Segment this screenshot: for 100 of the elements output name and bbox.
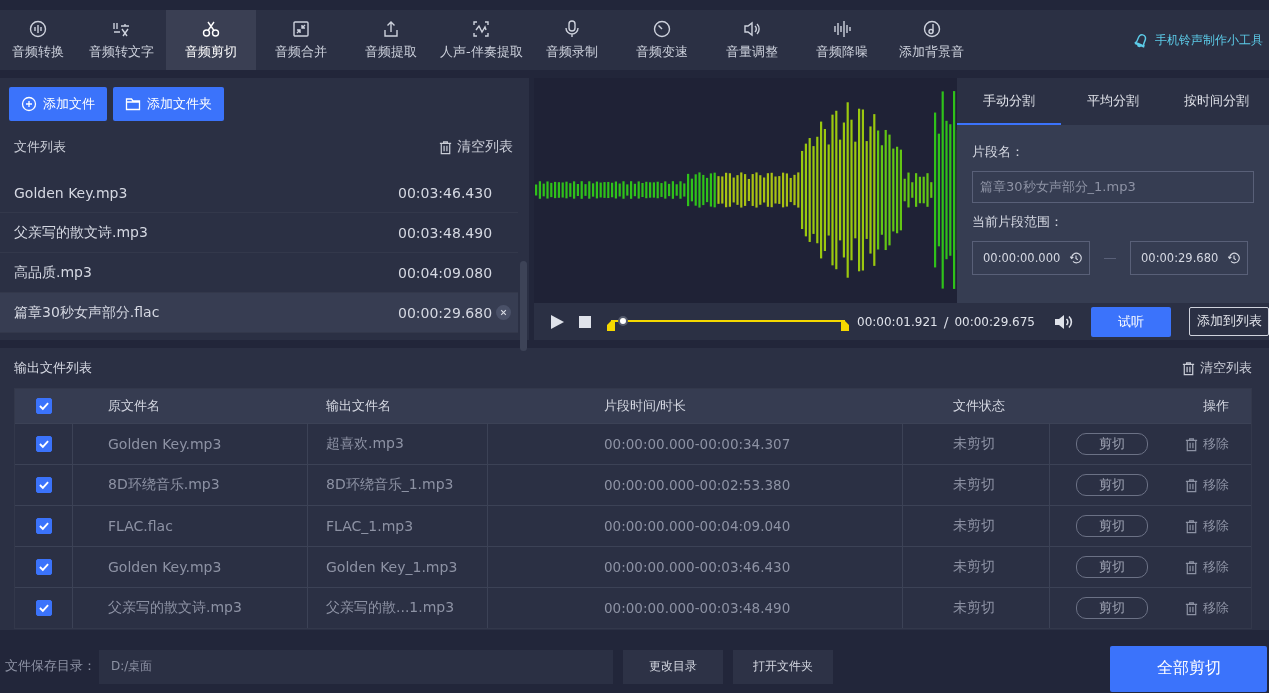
column-header: 输出文件名 bbox=[326, 397, 391, 415]
start-time-field[interactable]: 00:00:00.000 bbox=[972, 241, 1091, 275]
cut-all-button[interactable]: 全部剪切 bbox=[1110, 645, 1267, 692]
plus-circle-icon bbox=[21, 96, 37, 112]
play-icon[interactable] bbox=[549, 313, 566, 330]
save-directory-label: 文件保存目录： bbox=[5, 658, 96, 675]
range-start-handle[interactable] bbox=[607, 320, 616, 331]
table-cell: 父亲写的散...1.mp3 bbox=[326, 599, 455, 617]
end-time-field[interactable]: 00:00:29.680 bbox=[1130, 241, 1249, 275]
column-header: 操作 bbox=[1203, 397, 1229, 415]
table-cell: 8D环绕音乐.mp3 bbox=[108, 476, 220, 494]
table-cell: 超喜欢.mp3 bbox=[326, 435, 404, 453]
row-checkbox[interactable] bbox=[35, 436, 52, 452]
save-directory-field[interactable]: D:/桌面 bbox=[99, 649, 613, 684]
row-checkbox[interactable] bbox=[35, 559, 52, 575]
trash-icon bbox=[1184, 600, 1199, 616]
stop-icon[interactable] bbox=[579, 315, 592, 328]
split-mode-tab[interactable]: 手动分割 bbox=[957, 78, 1061, 125]
row-checkbox[interactable] bbox=[35, 600, 52, 616]
toolbar-tab[interactable]: 音频变速 bbox=[616, 10, 707, 70]
table-cell: 父亲写的散文诗.mp3 bbox=[108, 599, 242, 617]
waveform-circle-icon bbox=[28, 19, 48, 39]
remove-button[interactable]: 移除 bbox=[1184, 599, 1229, 617]
toolbar-tab[interactable]: 音量调整 bbox=[706, 10, 797, 70]
speaker-icon bbox=[741, 19, 762, 39]
music-note-icon bbox=[921, 19, 942, 39]
file-list-title: 文件列表 bbox=[14, 138, 66, 156]
toolbar-tab[interactable]: 音频合并 bbox=[256, 10, 346, 70]
trash-icon bbox=[1181, 360, 1196, 376]
table-cell: FLAC_1.mp3 bbox=[326, 518, 414, 534]
history-icon[interactable] bbox=[1069, 251, 1084, 265]
remove-button[interactable]: 移除 bbox=[1184, 476, 1229, 494]
segment-name-field[interactable]: 篇章30秒女声部分_1.mp3 bbox=[972, 171, 1254, 203]
toolbar-tab[interactable]: 音频录制 bbox=[526, 10, 617, 70]
ringtone-tool-link[interactable]: 手机铃声制作小工具 bbox=[1132, 10, 1269, 70]
table-cell: 00:00:00.000-00:02:53.380 bbox=[604, 477, 791, 493]
trash-icon bbox=[1184, 436, 1199, 452]
table-cell: Golden Key_1.mp3 bbox=[326, 559, 458, 575]
table-cell: Golden Key.mp3 bbox=[108, 436, 222, 452]
cut-button[interactable]: 剪切 bbox=[1076, 474, 1148, 496]
split-mode-tab[interactable]: 平均分割 bbox=[1061, 78, 1165, 125]
select-all-checkbox[interactable] bbox=[36, 398, 52, 414]
column-header: 原文件名 bbox=[108, 397, 160, 415]
sound-bars-icon bbox=[831, 19, 852, 39]
scrollbar[interactable] bbox=[520, 261, 528, 351]
remove-icon[interactable] bbox=[495, 305, 511, 320]
row-checkbox[interactable] bbox=[35, 518, 52, 534]
clear-list-button[interactable]: 清空列表 bbox=[438, 138, 514, 156]
file-list-item[interactable]: 父亲写的散文诗.mp3 00:03:48.490 bbox=[0, 213, 518, 253]
time-separator: / bbox=[943, 313, 949, 330]
table-cell: 未剪切 bbox=[953, 517, 995, 535]
column-header: 文件状态 bbox=[953, 397, 1005, 415]
file-list-item[interactable]: Golden Key.mp3 00:03:46.430 bbox=[0, 173, 518, 213]
toolbar-tab[interactable]: 音频剪切 bbox=[166, 10, 256, 70]
table-cell: 00:00:00.000-00:03:48.490 bbox=[604, 600, 791, 616]
trash-icon bbox=[1184, 477, 1199, 493]
table-cell: 00:00:00.000-00:04:09.040 bbox=[604, 518, 791, 534]
slider-thumb[interactable] bbox=[617, 315, 628, 326]
table-cell: 00:00:00.000-00:03:46.430 bbox=[604, 559, 791, 575]
current-time: 00:00:01.921 bbox=[857, 314, 938, 329]
trash-icon bbox=[1184, 559, 1199, 575]
row-checkbox[interactable] bbox=[35, 477, 52, 493]
remove-button[interactable]: 移除 bbox=[1184, 517, 1229, 535]
range-end-handle[interactable] bbox=[841, 320, 850, 331]
column-header: 片段时间/时长 bbox=[604, 397, 687, 415]
remove-button[interactable]: 移除 bbox=[1184, 435, 1229, 453]
cut-button[interactable]: 剪切 bbox=[1076, 433, 1148, 455]
toolbar-tab[interactable]: 添加背景音 bbox=[886, 10, 977, 70]
open-folder-button[interactable]: 打开文件夹 bbox=[733, 649, 833, 684]
table-cell: 未剪切 bbox=[953, 476, 995, 494]
cut-button[interactable]: 剪切 bbox=[1076, 515, 1148, 537]
folder-icon bbox=[125, 96, 141, 112]
preview-button[interactable]: 试听 bbox=[1091, 306, 1171, 337]
table-cell: 未剪切 bbox=[953, 599, 995, 617]
clear-output-button[interactable]: 清空列表 bbox=[1181, 359, 1252, 377]
volume-icon[interactable] bbox=[1053, 312, 1073, 331]
toolbar-tab[interactable]: 音频转文字 bbox=[76, 10, 166, 70]
change-directory-button[interactable]: 更改目录 bbox=[623, 649, 723, 684]
split-mode-tab[interactable]: 按时间分割 bbox=[1165, 78, 1269, 125]
bell-icon bbox=[1132, 31, 1149, 49]
remove-button[interactable]: 移除 bbox=[1184, 558, 1229, 576]
cut-button[interactable]: 剪切 bbox=[1076, 597, 1148, 619]
total-time: 00:00:29.675 bbox=[954, 314, 1035, 329]
history-icon[interactable] bbox=[1227, 251, 1242, 265]
table-cell: 未剪切 bbox=[953, 435, 995, 453]
add-folder-button[interactable]: 添加文件夹 bbox=[113, 87, 224, 121]
toolbar-tab[interactable]: 人声-伴奏提取 bbox=[436, 10, 527, 70]
voice-scan-icon bbox=[471, 19, 492, 39]
trash-icon bbox=[438, 139, 454, 155]
add-file-button[interactable]: 添加文件 bbox=[9, 87, 107, 121]
toolbar-tab[interactable]: 音频降噪 bbox=[796, 10, 887, 70]
file-list-item[interactable]: 篇章30秒女声部分.flac 00:00:29.680 bbox=[0, 293, 518, 333]
table-cell: 00:00:00.000-00:00:34.307 bbox=[604, 436, 791, 452]
add-to-list-button[interactable]: 添加到列表 bbox=[1189, 307, 1269, 336]
table-cell: FLAC.flac bbox=[108, 518, 173, 534]
trash-icon bbox=[1184, 518, 1199, 534]
toolbar-tab[interactable]: 音频提取 bbox=[346, 10, 436, 70]
toolbar-tab[interactable]: 音频转换 bbox=[0, 10, 76, 70]
cut-button[interactable]: 剪切 bbox=[1076, 556, 1148, 578]
table-cell: 8D环绕音乐_1.mp3 bbox=[326, 476, 454, 494]
